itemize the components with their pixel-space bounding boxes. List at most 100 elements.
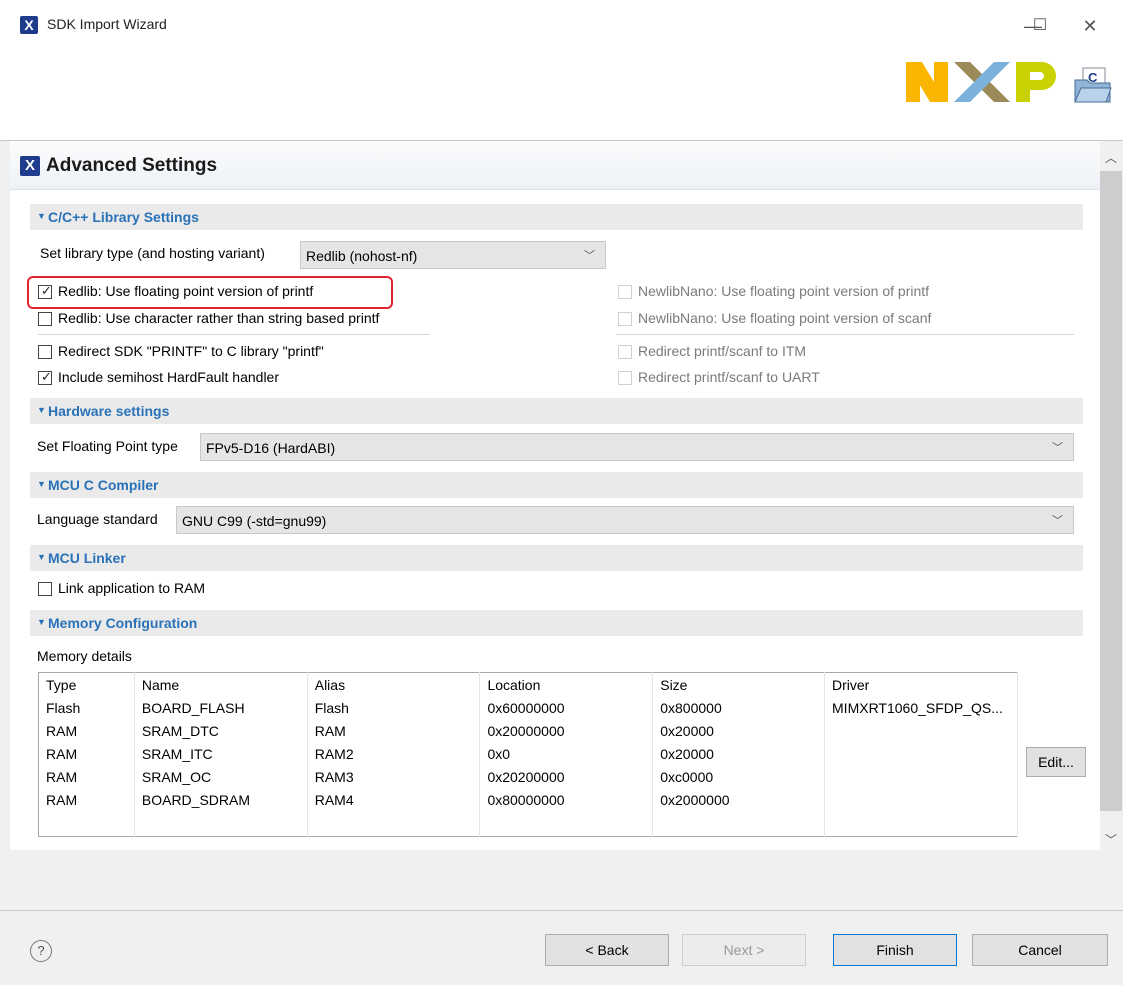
folder-c-icon: C bbox=[1074, 67, 1112, 103]
column-header[interactable]: Size bbox=[652, 672, 826, 696]
fp-type-select[interactable]: FPv5-D16 (HardABI) ﹀ bbox=[200, 433, 1074, 461]
checkbox-newlibnano-float-printf[interactable] bbox=[618, 285, 632, 299]
page-title: Advanced Settings bbox=[46, 155, 218, 176]
cell-type: RAM bbox=[38, 719, 135, 742]
label-newlibnano-float-scanf: NewlibNano: Use floating point version o… bbox=[638, 310, 932, 326]
maximize-button[interactable]: ☐ bbox=[1017, 12, 1063, 40]
table-header-row: Type Name Alias Location Size Driver bbox=[38, 672, 1018, 696]
library-type-label: Set library type (and hosting variant) bbox=[40, 245, 265, 261]
scrollbar-thumb[interactable] bbox=[1100, 171, 1122, 811]
library-type-select[interactable]: Redlib (nohost-nf) ﹀ bbox=[300, 241, 606, 269]
memory-table[interactable]: Type Name Alias Location Size Driver Fla… bbox=[38, 672, 1018, 837]
table-row[interactable]: RAM BOARD_SDRAM RAM4 0x80000000 0x200000… bbox=[38, 788, 1018, 811]
checkbox-link-to-ram[interactable] bbox=[38, 582, 52, 596]
checkbox-newlibnano-float-scanf[interactable] bbox=[618, 312, 632, 326]
language-standard-label: Language standard bbox=[37, 511, 158, 527]
checkbox-redirect-uart[interactable] bbox=[618, 371, 632, 385]
cell-driver bbox=[824, 742, 1018, 765]
section-title: C/C++ Library Settings bbox=[48, 209, 199, 225]
cell-driver bbox=[824, 765, 1018, 788]
section-title: Memory Configuration bbox=[48, 615, 198, 631]
section-mcu-c-compiler[interactable]: ▼ MCU C Compiler bbox=[30, 472, 1083, 498]
label-redirect-itm: Redirect printf/scanf to ITM bbox=[638, 343, 807, 359]
expand-arrow-icon: ▼ bbox=[37, 479, 46, 489]
label-semihost-hardfault: Include semihost HardFault handler bbox=[58, 369, 280, 385]
expand-arrow-icon: ▼ bbox=[37, 211, 46, 221]
expand-arrow-icon: ▼ bbox=[37, 405, 46, 415]
table-empty-row bbox=[38, 811, 1018, 837]
checkbox-redirect-sdk-printf[interactable] bbox=[38, 345, 52, 359]
scroll-up-icon[interactable]: ︿ bbox=[1105, 149, 1117, 166]
column-header[interactable]: Driver bbox=[824, 672, 1018, 696]
settings-panel: X Advanced Settings ▼ C/C++ Library Sett… bbox=[10, 141, 1100, 850]
cell-name: SRAM_OC bbox=[134, 765, 308, 788]
label-redlib-char-printf: Redlib: Use character rather than string… bbox=[58, 310, 380, 326]
cell-location: 0x20000000 bbox=[479, 719, 654, 742]
language-standard-select[interactable]: GNU C99 (-std=gnu99) ﹀ bbox=[176, 506, 1074, 534]
nxp-logo bbox=[906, 62, 1056, 102]
scroll-down-icon[interactable]: ﹀ bbox=[1105, 831, 1117, 848]
fp-type-value: FPv5-D16 (HardABI) bbox=[206, 440, 336, 456]
cell-name: BOARD_SDRAM bbox=[134, 788, 308, 811]
cancel-button[interactable]: Cancel bbox=[972, 934, 1108, 966]
chevron-down-icon: ﹀ bbox=[1052, 442, 1063, 454]
section-hardware-settings[interactable]: ▼ Hardware settings bbox=[30, 398, 1083, 424]
label-redlib-float-printf: Redlib: Use floating point version of pr… bbox=[58, 283, 314, 299]
column-header[interactable]: Name bbox=[134, 672, 308, 696]
window-title: SDK Import Wizard bbox=[47, 16, 167, 32]
edit-memory-button[interactable]: Edit... bbox=[1026, 747, 1086, 777]
section-mcu-linker[interactable]: ▼ MCU Linker bbox=[30, 545, 1083, 571]
checkbox-semihost-hardfault[interactable]: ✓ bbox=[38, 369, 52, 385]
cell-location: 0x80000000 bbox=[479, 788, 654, 811]
close-button[interactable]: ✕ bbox=[1067, 12, 1113, 40]
expand-arrow-icon: ▼ bbox=[37, 617, 46, 627]
label-redirect-uart: Redirect printf/scanf to UART bbox=[638, 369, 820, 385]
cell-size: 0xc0000 bbox=[652, 765, 826, 788]
footer-divider bbox=[0, 910, 1123, 911]
app-icon: X bbox=[20, 16, 38, 34]
finish-button[interactable]: Finish bbox=[833, 934, 957, 966]
fp-type-label: Set Floating Point type bbox=[37, 438, 178, 454]
help-icon[interactable]: ? bbox=[30, 940, 52, 962]
cell-name: SRAM_ITC bbox=[134, 742, 308, 765]
cell-location: 0x60000000 bbox=[479, 696, 654, 719]
checkbox-redlib-char-printf[interactable] bbox=[38, 312, 52, 326]
table-row[interactable]: RAM SRAM_DTC RAM 0x20000000 0x20000 bbox=[38, 719, 1018, 742]
back-button[interactable]: < Back bbox=[545, 934, 669, 966]
cell-type: RAM bbox=[38, 742, 135, 765]
chevron-down-icon: ﹀ bbox=[584, 250, 595, 262]
cell-driver: MIMXRT1060_SFDP_QS... bbox=[824, 696, 1018, 719]
section-title: Hardware settings bbox=[48, 403, 170, 419]
column-header[interactable]: Alias bbox=[307, 672, 481, 696]
table-row[interactable]: RAM SRAM_OC RAM3 0x20200000 0xc0000 bbox=[38, 765, 1018, 788]
check-icon: ✓ bbox=[41, 369, 52, 384]
cell-alias: RAM4 bbox=[307, 788, 481, 811]
section-library-settings[interactable]: ▼ C/C++ Library Settings bbox=[30, 204, 1083, 230]
label-redirect-sdk-printf: Redirect SDK "PRINTF" to C library "prin… bbox=[58, 343, 324, 359]
cell-location: 0x20200000 bbox=[479, 765, 654, 788]
page-icon: X bbox=[20, 156, 40, 176]
page-header: X Advanced Settings bbox=[10, 141, 1100, 190]
sdk-import-wizard-window: X SDK Import Wizard — ☐ ✕ C X Advanced S… bbox=[0, 0, 1123, 985]
cell-size: 0x20000 bbox=[652, 742, 826, 765]
checkbox-redlib-float-printf[interactable]: ✓ bbox=[38, 283, 52, 299]
section-title: MCU C Compiler bbox=[48, 477, 159, 493]
vertical-scrollbar[interactable]: ︿ ﹀ bbox=[1100, 141, 1122, 850]
column-header[interactable]: Type bbox=[38, 672, 135, 696]
section-memory-configuration[interactable]: ▼ Memory Configuration bbox=[30, 610, 1083, 636]
table-row[interactable]: RAM SRAM_ITC RAM2 0x0 0x20000 bbox=[38, 742, 1018, 765]
next-button[interactable]: Next > bbox=[682, 934, 806, 966]
label-link-to-ram: Link application to RAM bbox=[58, 580, 206, 596]
cell-alias: Flash bbox=[307, 696, 481, 719]
divider bbox=[616, 334, 1074, 335]
cell-type: RAM bbox=[38, 765, 135, 788]
cell-name: BOARD_FLASH bbox=[134, 696, 308, 719]
language-standard-value: GNU C99 (-std=gnu99) bbox=[182, 513, 327, 529]
label-newlibnano-float-printf: NewlibNano: Use floating point version o… bbox=[638, 283, 930, 299]
column-header[interactable]: Location bbox=[479, 672, 654, 696]
table-row[interactable]: Flash BOARD_FLASH Flash 0x60000000 0x800… bbox=[38, 696, 1018, 719]
checkbox-redirect-itm[interactable] bbox=[618, 345, 632, 359]
cell-driver bbox=[824, 788, 1018, 811]
cell-alias: RAM3 bbox=[307, 765, 481, 788]
cell-alias: RAM2 bbox=[307, 742, 481, 765]
